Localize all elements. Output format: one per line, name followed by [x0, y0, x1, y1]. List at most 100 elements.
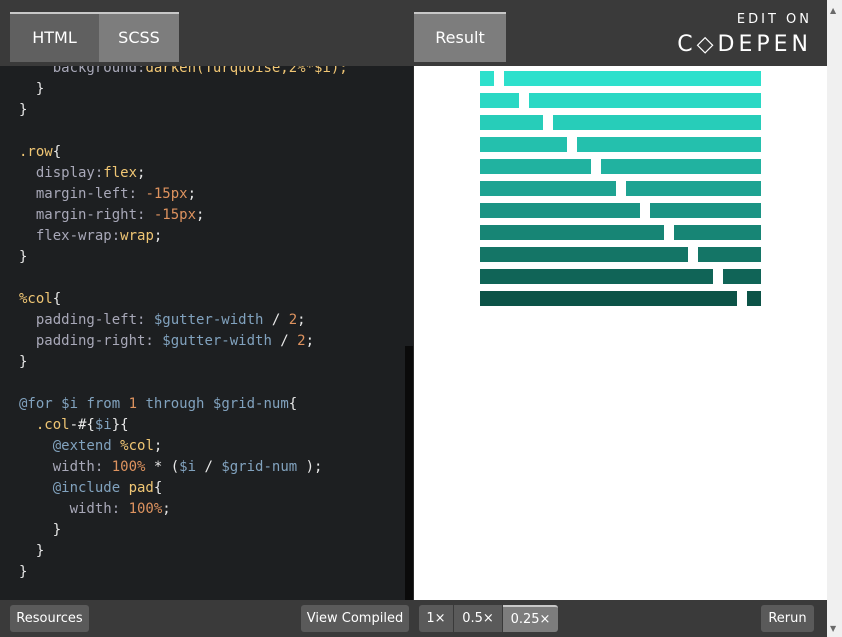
code-line: }	[19, 352, 348, 373]
code-token: }	[19, 249, 28, 265]
grid-col	[480, 159, 592, 174]
code-token: ;	[153, 228, 163, 244]
code-token: -#{	[69, 417, 95, 433]
code-token: ;	[305, 333, 315, 349]
grid-row	[480, 203, 762, 220]
code-line: }	[19, 562, 348, 583]
result-preview	[414, 66, 827, 600]
view-compiled-button[interactable]: View Compiled	[301, 605, 409, 632]
code-token: through	[145, 396, 213, 412]
code-token: }	[19, 543, 45, 559]
resources-button[interactable]: Resources	[10, 605, 89, 632]
code-line: background:darken(Turquoise,2%*$i);	[19, 66, 348, 79]
code-token: padding-right:	[19, 333, 163, 349]
code-line: margin-right: -15px;	[19, 205, 348, 226]
code-token: width:	[19, 459, 112, 475]
grid-col	[674, 225, 761, 240]
editor-scrollbar[interactable]	[405, 346, 413, 600]
code-token: }	[19, 522, 62, 538]
tab-html[interactable]: HTML	[10, 12, 99, 62]
code-line: @extend %col;	[19, 436, 348, 457]
edit-on-label: EDIT ON	[736, 12, 812, 27]
code-token: flex-wrap:	[19, 228, 121, 244]
grid-col	[480, 181, 616, 196]
grid-row	[480, 269, 761, 286]
code-token: ;	[153, 438, 163, 454]
grid-row	[480, 181, 761, 198]
zoom-button[interactable]: 1×	[419, 605, 454, 632]
code-token: ;	[162, 501, 171, 517]
grid-row	[480, 247, 762, 264]
code-line: @include pad{	[19, 478, 348, 499]
code-token: %col	[19, 291, 53, 307]
rerun-button[interactable]: Rerun	[761, 605, 814, 632]
code-line: %col{	[19, 289, 348, 310]
code-token: /	[263, 312, 289, 328]
zoom-button[interactable]: 0.5×	[454, 605, 503, 632]
preview-grid	[480, 71, 762, 313]
edit-on-codepen-link[interactable]: EDIT ON C◇DEPEN	[672, 12, 812, 58]
code-token: .col	[19, 417, 70, 433]
code-token: {	[52, 291, 62, 307]
code-token: }	[19, 102, 28, 118]
grid-col	[480, 203, 640, 218]
grid-col	[504, 71, 762, 86]
code-token: wrap	[120, 228, 154, 244]
zoom-button[interactable]: 0.25×	[503, 605, 558, 632]
code-token: ;	[187, 186, 197, 202]
code-line: display:flex;	[19, 163, 348, 184]
code-token: $i	[179, 459, 197, 475]
code-token: 100%	[128, 501, 163, 517]
code-token: margin-left:	[19, 186, 146, 202]
grid-col	[601, 159, 762, 174]
grid-col	[480, 137, 567, 152]
code-token: @include	[19, 480, 129, 496]
scroll-down-icon[interactable]: ▼	[830, 624, 836, 633]
code-token: }	[19, 354, 28, 370]
code-token: /	[196, 459, 222, 475]
code-token: ;	[137, 165, 146, 181]
tab-result[interactable]: Result	[414, 12, 506, 62]
grid-col	[480, 71, 495, 86]
code-token: @for	[19, 396, 62, 412]
code-content: background:darken(Turquoise,2%*$i); }} .r…	[19, 66, 348, 583]
code-line: .row{	[19, 142, 348, 163]
scroll-up-icon[interactable]: ▲	[830, 6, 836, 15]
grid-col	[698, 247, 762, 262]
grid-col	[480, 269, 713, 284]
code-line: margin-left: -15px;	[19, 184, 348, 205]
code-line: width: 100%;	[19, 499, 348, 520]
scss-editor[interactable]: background:darken(Turquoise,2%*$i); }} .r…	[0, 66, 413, 600]
code-token: @extend	[19, 438, 121, 454]
code-token: /	[271, 333, 298, 349]
code-token: 100%	[111, 459, 146, 475]
grid-col	[746, 291, 762, 306]
code-token: );	[297, 459, 323, 475]
code-line: }	[19, 520, 348, 541]
grid-col	[577, 137, 761, 152]
code-token: 2	[288, 312, 298, 328]
code-line: }	[19, 100, 348, 121]
code-token: -15px	[153, 207, 197, 223]
code-token: $gutter-width	[162, 333, 272, 349]
grid-row	[480, 93, 761, 110]
code-token: {	[288, 396, 298, 412]
tab-scss[interactable]: SCSS	[99, 12, 179, 62]
grid-row	[480, 225, 761, 242]
page-scrollbar[interactable]: ▲ ▼	[827, 0, 842, 637]
code-token: flex	[103, 165, 138, 181]
grid-col	[480, 247, 689, 262]
grid-col	[552, 115, 762, 130]
code-token: * (	[145, 459, 180, 475]
code-token: %col	[120, 438, 154, 454]
code-token: ;	[196, 207, 205, 223]
code-token: $i	[61, 396, 87, 412]
code-token: display:	[19, 165, 104, 181]
code-token: from	[86, 396, 129, 412]
code-line: }	[19, 79, 348, 100]
code-token: 2	[297, 333, 306, 349]
code-token: $grid-num	[221, 459, 298, 475]
grid-col	[722, 269, 761, 284]
